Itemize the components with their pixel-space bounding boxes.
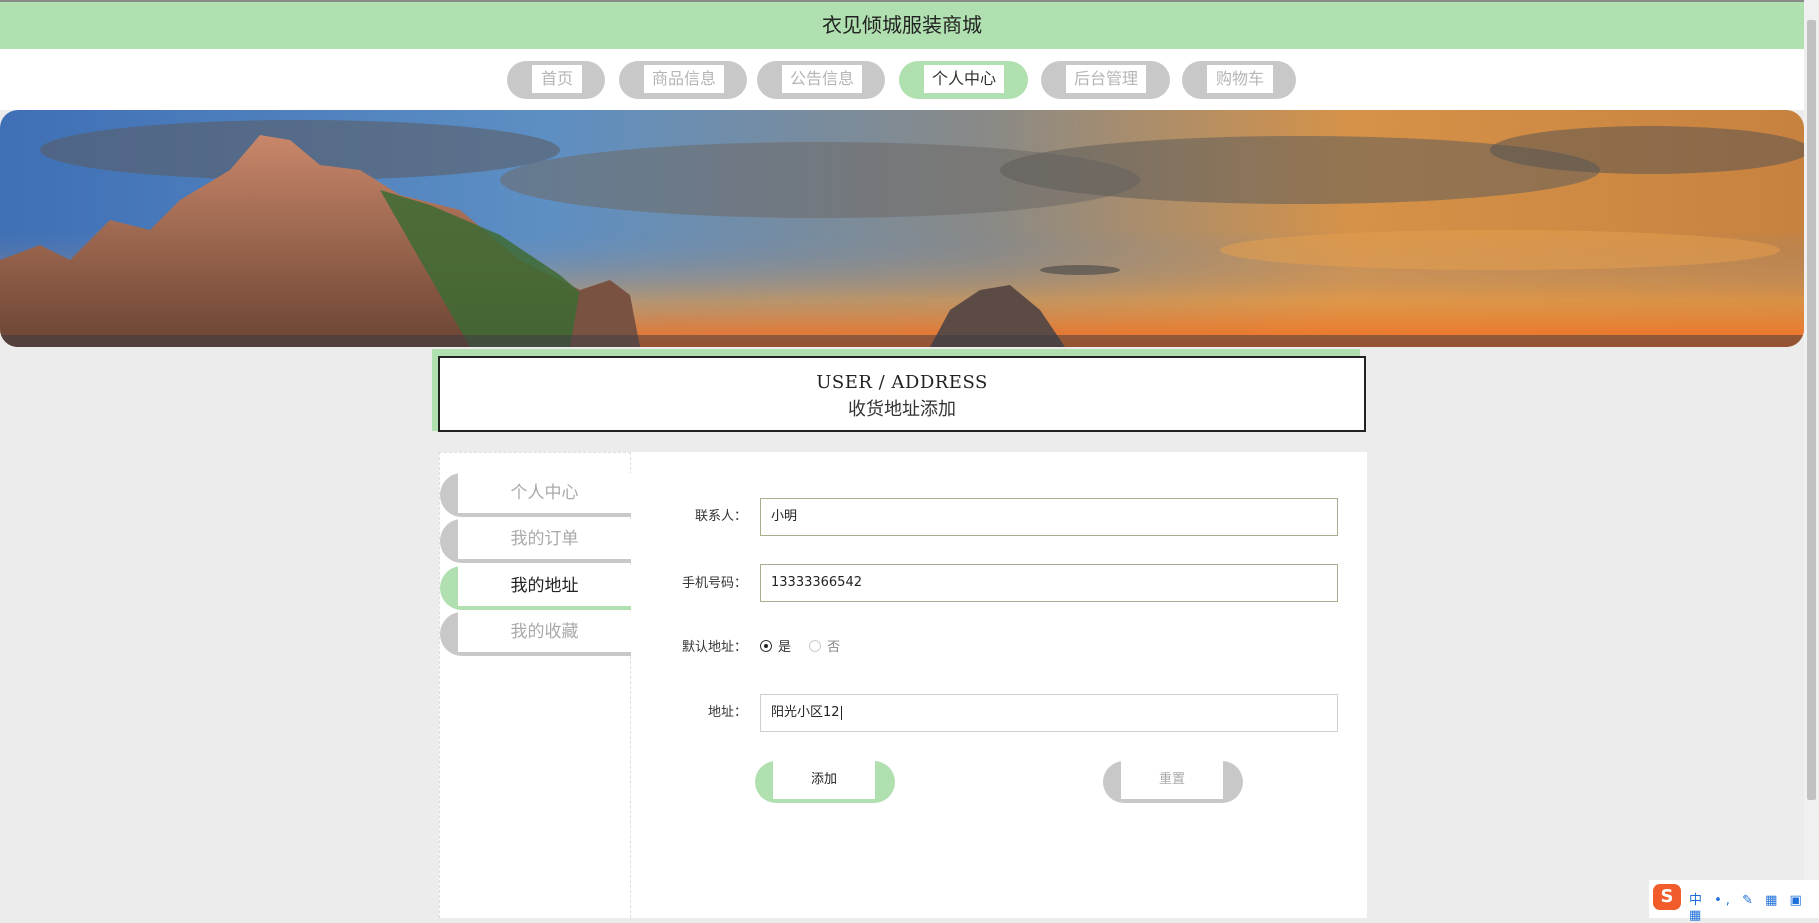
default-no-radio[interactable] — [809, 639, 822, 652]
sidebar-item-user-center[interactable]: 个人中心 — [440, 473, 631, 517]
nav-admin[interactable]: 后台管理 — [1041, 61, 1170, 99]
sogou-logo-icon[interactable]: S — [1653, 884, 1681, 910]
sidebar-item-label: 我的地址 — [458, 566, 631, 606]
phone-input-value: 13333366542 — [771, 575, 862, 590]
text-cursor — [840, 705, 842, 720]
banner-image — [0, 110, 1804, 347]
nav-user-center[interactable]: 个人中心 — [899, 61, 1028, 99]
default-yes-label: 是 — [778, 640, 792, 655]
contact-input[interactable]: 小明 — [760, 498, 1338, 536]
scrollbar-thumb[interactable] — [1807, 20, 1816, 800]
content-panel: 个人中心 我的订单 我的地址 我的收藏 联系人： 小明 手机号码： 133333… — [439, 452, 1367, 918]
page-scrollbar[interactable] — [1804, 0, 1819, 918]
nav-products[interactable]: 商品信息 — [619, 61, 747, 99]
add-button-label: 添加 — [773, 761, 875, 799]
site-title: 衣见倾城服装商城 — [822, 13, 982, 37]
ime-toolbar: S 中 •, ✎ ▦ ▣ ▦ — [1649, 880, 1819, 923]
sidebar-item-label: 个人中心 — [458, 473, 631, 513]
contact-label: 联系人： — [694, 509, 747, 524]
site-title-bar: 衣见倾城服装商城 — [0, 0, 1804, 49]
page-heading: USER / ADDRESS 收货地址添加 — [438, 356, 1366, 432]
add-button[interactable]: 添加 — [755, 761, 895, 803]
address-input[interactable]: 阳光小区12 — [760, 694, 1338, 732]
user-sidebar: 个人中心 我的订单 我的地址 我的收藏 — [439, 452, 631, 918]
default-address-radio-group: 是 否 — [760, 636, 854, 655]
nav-home-label: 首页 — [532, 65, 582, 93]
sidebar-item-label: 我的订单 — [458, 519, 631, 559]
nav-user-center-label: 个人中心 — [924, 65, 1004, 93]
address-input-value: 阳光小区12 — [771, 705, 840, 720]
default-yes-radio[interactable] — [760, 639, 772, 652]
nav-home[interactable]: 首页 — [507, 61, 605, 99]
phone-input[interactable]: 13333366542 — [760, 564, 1338, 602]
nav-cart[interactable]: 购物车 — [1182, 61, 1296, 99]
nav-cart-label: 购物车 — [1207, 65, 1273, 93]
phone-label: 手机号码： — [681, 576, 747, 591]
page-heading-cn: 收货地址添加 — [848, 399, 956, 420]
nav-notices[interactable]: 公告信息 — [757, 61, 885, 99]
mountain-sunset-illustration — [0, 110, 1804, 347]
nav-admin-label: 后台管理 — [1066, 65, 1146, 93]
nav-notices-label: 公告信息 — [782, 65, 862, 93]
address-label: 地址： — [707, 705, 747, 720]
main-nav: 首页 商品信息 公告信息 个人中心 后台管理 购物车 — [0, 49, 1804, 110]
page-heading-en: USER / ADDRESS — [816, 372, 988, 393]
default-address-label: 默认地址： — [681, 640, 747, 655]
contact-input-value: 小明 — [771, 509, 798, 524]
sidebar-item-my-orders[interactable]: 我的订单 — [440, 519, 631, 563]
sidebar-item-my-address[interactable]: 我的地址 — [440, 566, 631, 610]
sidebar-item-label: 我的收藏 — [458, 612, 631, 652]
reset-button[interactable]: 重置 — [1103, 761, 1243, 803]
sidebar-item-my-favorites[interactable]: 我的收藏 — [440, 612, 631, 656]
default-no-label: 否 — [827, 640, 841, 655]
reset-button-label: 重置 — [1121, 761, 1223, 799]
nav-products-label: 商品信息 — [644, 65, 724, 93]
